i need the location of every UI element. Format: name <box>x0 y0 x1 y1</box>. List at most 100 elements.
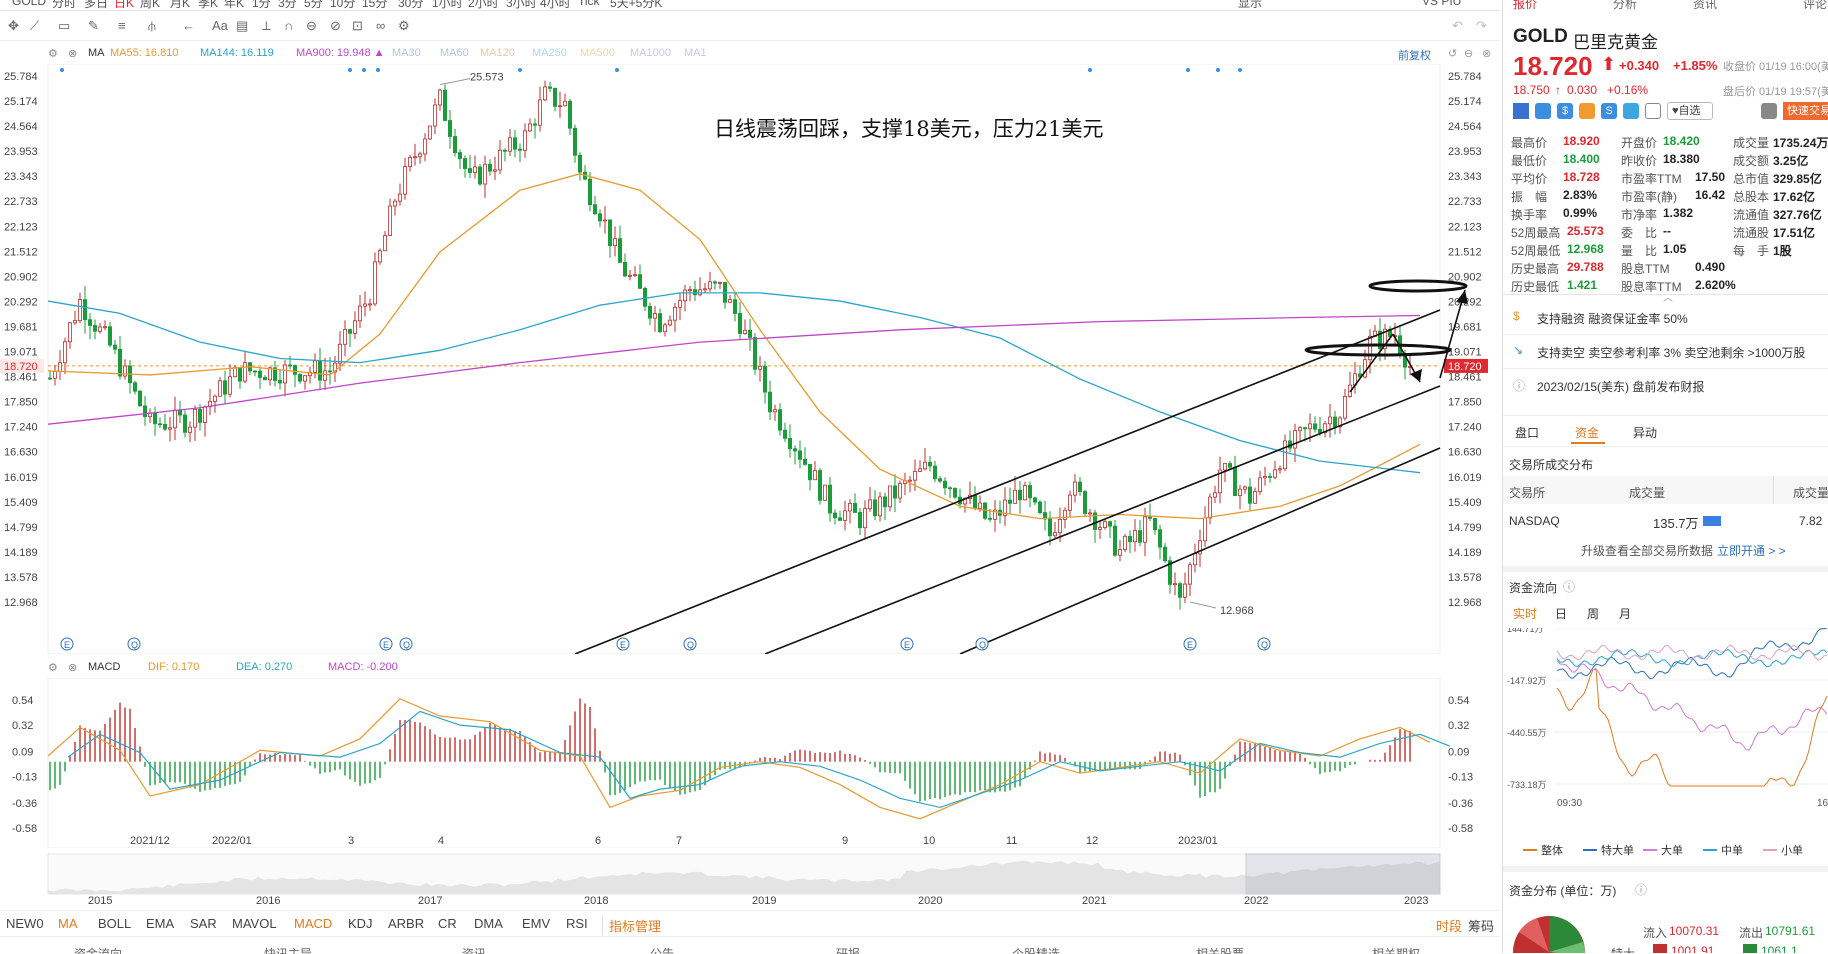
watchlist-button[interactable]: ♥自选 <box>1667 102 1713 120</box>
note-icon[interactable] <box>1645 103 1661 119</box>
ma-value: 16.119 <box>240 47 274 59</box>
ruler-icon[interactable]: ⟂ <box>262 18 271 34</box>
fund-flow-series-line <box>1556 667 1828 787</box>
undo-icon[interactable]: ↶ <box>1452 18 1463 34</box>
chart-badge-icon[interactable] <box>1579 103 1595 119</box>
options-icon[interactable] <box>1535 103 1551 119</box>
indicator-tab[interactable]: SAR <box>190 916 217 931</box>
candle-body <box>643 287 648 307</box>
indicator-tab[interactable]: DMA <box>474 916 503 931</box>
macd-axis-label-right: 0.09 <box>1448 746 1469 758</box>
indicator-tab[interactable]: 指标管理 <box>602 916 661 935</box>
indicator-tab[interactable]: MA <box>58 916 78 931</box>
settings-icon[interactable]: ⚙ <box>398 18 410 34</box>
fund-flow-tab[interactable]: 周 <box>1587 605 1599 622</box>
indicator-tab[interactable]: MACD <box>294 916 332 931</box>
delete-icon[interactable]: ⊡ <box>352 18 363 34</box>
indicator-tab[interactable]: ARBR <box>388 916 424 931</box>
fund-flow-tab[interactable]: 实时 <box>1513 605 1537 622</box>
close-panel-icon[interactable]: ⊗ <box>1482 47 1491 60</box>
panel-tab[interactable]: 资讯 <box>1693 0 1717 12</box>
ma-legend-item[interactable]: MA144: 16.119 <box>200 47 274 59</box>
compare-button[interactable]: VS PIU <box>1422 0 1461 8</box>
ma-legend-item[interactable]: MA900: 19.948 ▲ <box>296 47 385 59</box>
navigator-window[interactable] <box>1245 853 1441 895</box>
minimize-icon[interactable]: ⊖ <box>1464 47 1473 60</box>
panel-tab[interactable]: 分析 <box>1613 0 1637 12</box>
ma-legend-item[interactable]: MA55: 16.810 <box>110 47 178 59</box>
settings-icon[interactable]: ⚙ <box>48 47 58 60</box>
indicator-tab[interactable]: MAVOL <box>232 916 277 931</box>
stat-value: 0.99% <box>1563 206 1598 220</box>
indicator-tab[interactable]: EMV <box>522 916 550 931</box>
arrow-tool-icon[interactable]: ← <box>182 18 195 33</box>
settings-icon[interactable]: ⚙ <box>48 661 58 674</box>
pen-tool-icon[interactable]: ✎ <box>88 18 99 34</box>
fund-flow-chart[interactable]: 144.71万 -147.92万 -440.55万 -733.18万 09:30 16 <box>1503 628 1828 808</box>
candle-body <box>1148 516 1153 519</box>
stat-value: 1.382 <box>1663 206 1694 220</box>
adjust-mode-button[interactable]: 前复权 <box>1398 47 1431 63</box>
indicator-tab[interactable]: NEW0 <box>6 916 44 931</box>
candlestick-chart[interactable]: 25.784 25.784 25.174 25.174 24.564 24.564 23.9… <box>0 64 1500 654</box>
sub-tab[interactable]: 异动 <box>1633 424 1657 441</box>
tag-icon[interactable] <box>1623 103 1639 119</box>
panel-tab[interactable]: 报价 <box>1513 0 1537 12</box>
info-icon[interactable]: ⓘ <box>1563 578 1575 595</box>
restore-icon[interactable]: ↺ <box>1448 47 1457 60</box>
hide-icon[interactable]: ⊘ <box>330 18 341 34</box>
candle-body <box>412 156 417 159</box>
ma-legend-item[interactable]: MA30 <box>392 47 421 59</box>
indicator-right-tab[interactable]: 时段 <box>1436 916 1462 935</box>
price-axis-label-left: 18.461 <box>4 372 38 384</box>
indicator-tab[interactable]: RSI <box>566 916 588 931</box>
candle-body <box>1278 468 1283 471</box>
link-icon[interactable]: ∞ <box>376 18 385 33</box>
panel-tab[interactable]: 评论 <box>1803 0 1827 12</box>
indicator-tab[interactable]: EMA <box>146 916 174 931</box>
indicator-tab[interactable]: KDJ <box>348 916 373 931</box>
macd-indicator-name[interactable]: MACD <box>88 661 120 673</box>
indicator-tab[interactable]: CR <box>438 916 457 931</box>
close-icon[interactable]: ⊗ <box>68 47 77 60</box>
s-badge-icon[interactable]: S <box>1601 103 1617 119</box>
candle-body <box>933 465 938 480</box>
line-tool-icon[interactable]: ⟋ <box>30 18 39 34</box>
collapse-icon[interactable]: ︿ <box>1663 289 1673 304</box>
crosshair-icon[interactable]: ✥ <box>8 18 19 34</box>
dollar-badge-icon[interactable]: $ <box>1557 103 1573 119</box>
exchange-volume: 135.7万 <box>1653 516 1699 531</box>
ma-legend-item[interactable]: MA1000 <box>630 47 671 59</box>
macd-chart[interactable]: 0.54 0.54 0.32 0.32 0.09 0.09 -0.13 -0.13 -0.36 -… <box>0 678 1500 848</box>
pitchfork-icon[interactable]: ⫛ <box>148 18 156 34</box>
fund-flow-tab[interactable]: 月 <box>1619 605 1631 622</box>
sub-tab[interactable]: 资金 <box>1575 424 1599 441</box>
open-link[interactable]: 立即开通 > > <box>1717 542 1786 559</box>
ma-legend-item[interactable]: MA120 <box>480 47 515 59</box>
magnet-icon[interactable]: ∩ <box>284 18 293 33</box>
sub-tab[interactable]: 盘口 <box>1515 424 1539 441</box>
indicator-tab[interactable]: BOLL <box>98 916 131 931</box>
info-icon[interactable]: ⓘ <box>1635 881 1647 898</box>
quick-trade-button[interactable]: 快速交易 <box>1783 102 1828 120</box>
ma-legend-item[interactable]: MA1 <box>684 47 707 59</box>
fib-tool-icon[interactable]: ≡ <box>118 18 126 33</box>
fund-flow-tab[interactable]: 日 <box>1555 605 1567 622</box>
ma-legend-item[interactable]: MA500 <box>580 47 615 59</box>
redo-icon[interactable]: ↷ <box>1476 18 1487 34</box>
bell-icon[interactable] <box>1761 103 1777 119</box>
period-tab[interactable]: GOLD <box>12 0 46 8</box>
lock-icon[interactable]: ⊖ <box>306 18 317 34</box>
text-tool-icon[interactable]: Aa <box>212 18 228 33</box>
candle-body <box>973 494 978 509</box>
time-navigator[interactable]: 2015 2016 2017 2018 2019 2020 2021 2022 2023 <box>0 852 1500 908</box>
indicator-right-tab[interactable]: 筹码 <box>1468 916 1494 935</box>
rect-tool-icon[interactable]: ▭ <box>58 18 70 34</box>
ma-legend-item[interactable]: MA250 <box>532 47 567 59</box>
period-tab[interactable]: Tick <box>578 0 600 8</box>
candle-body <box>778 409 783 431</box>
comment-icon[interactable]: ▤ <box>236 18 248 34</box>
ma-legend-item[interactable]: MA60 <box>440 47 469 59</box>
ma-indicator-name[interactable]: MA <box>88 47 105 59</box>
close-icon[interactable]: ⊗ <box>68 661 77 674</box>
